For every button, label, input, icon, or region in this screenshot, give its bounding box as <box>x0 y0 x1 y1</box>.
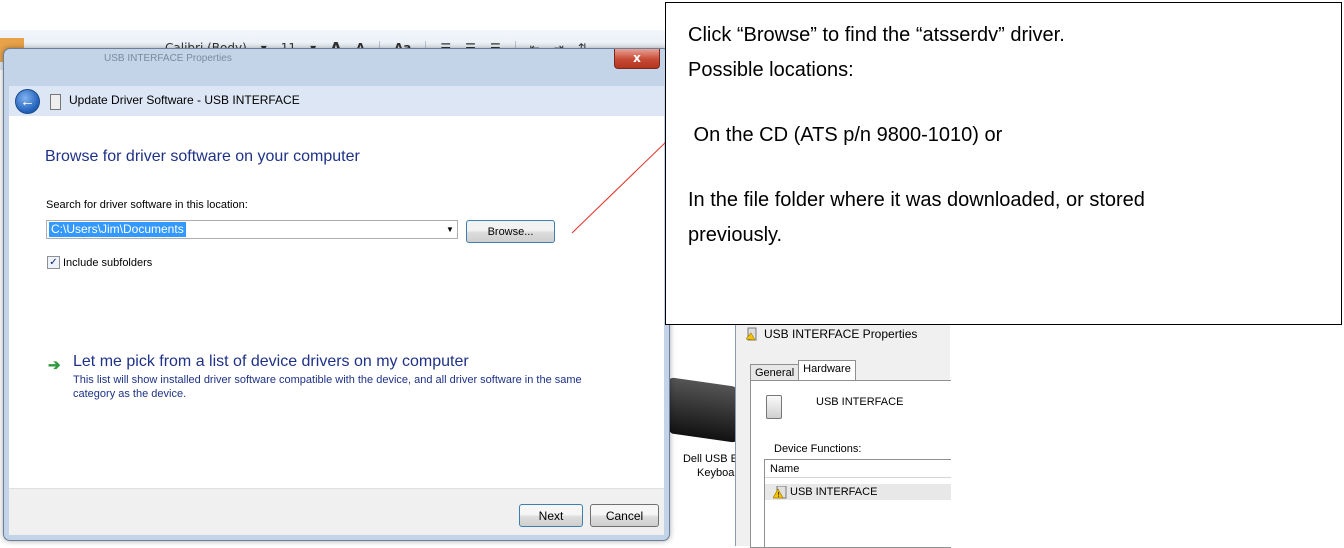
instruction-callout: Click “Browse” to find the “atsserdv” dr… <box>665 2 1342 325</box>
callout-line-3: On the CD (ATS p/n 9800-1010) or <box>688 124 1003 146</box>
callout-line-1: Click “Browse” to find the “atsserdv” dr… <box>688 24 1065 46</box>
callout-line-2: Possible locations: <box>688 59 854 81</box>
callout-line-4: In the file folder where it was download… <box>688 189 1145 211</box>
callout-line-5: previously. <box>688 224 783 246</box>
leader-line-segment <box>571 139 669 234</box>
